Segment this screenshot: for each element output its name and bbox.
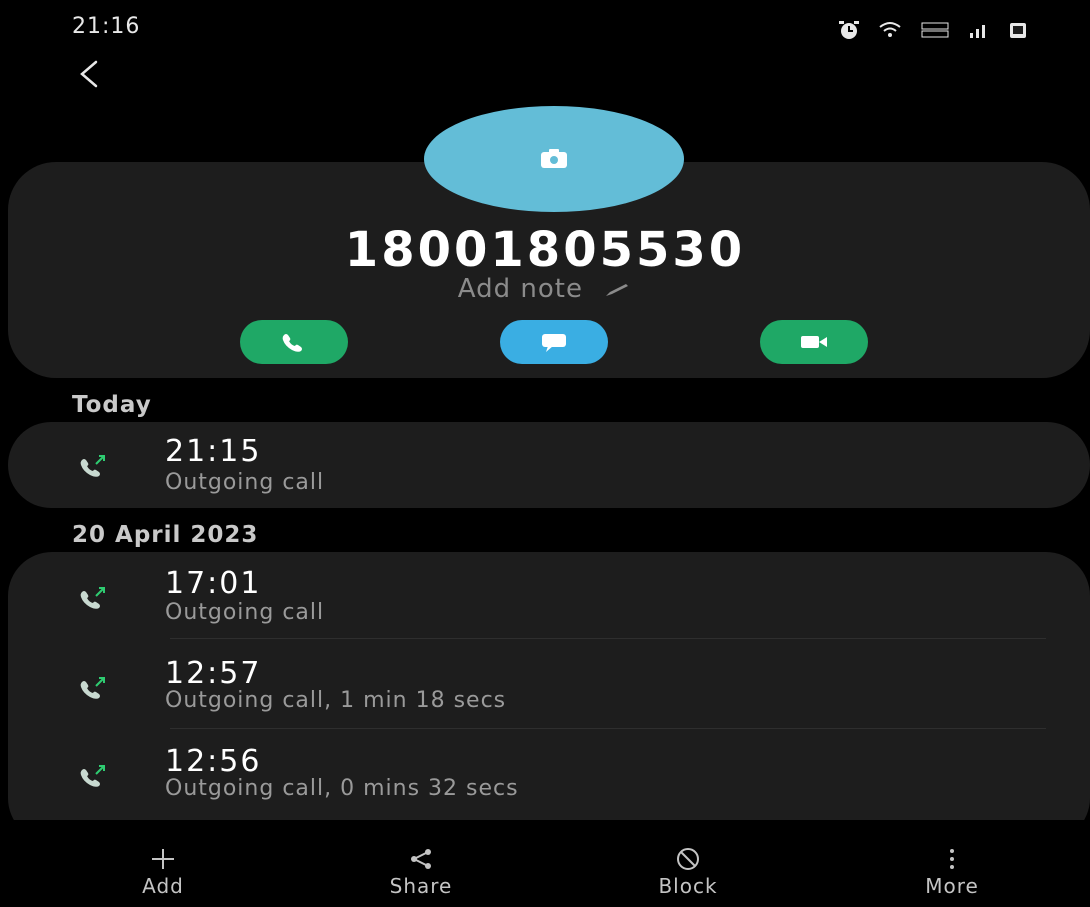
call-log-row[interactable]: 21:15 Outgoing call bbox=[8, 422, 1090, 508]
camera-icon bbox=[541, 149, 567, 168]
add-note-link[interactable]: Add note bbox=[0, 274, 1090, 304]
call-log-row[interactable]: 17:01 Outgoing call bbox=[8, 556, 1090, 638]
call-log-row[interactable]: 12:57 Outgoing call, 1 min 18 secs bbox=[8, 646, 1090, 728]
share-label: Share bbox=[389, 874, 453, 898]
call-time: 12:57 bbox=[165, 656, 262, 691]
avatar[interactable] bbox=[424, 106, 684, 212]
back-arrow-icon[interactable] bbox=[70, 56, 110, 96]
row-divider bbox=[170, 728, 1046, 729]
video-call-button[interactable] bbox=[760, 320, 868, 364]
call-time: 17:01 bbox=[165, 566, 262, 601]
call-button[interactable] bbox=[240, 320, 348, 364]
volte-icon bbox=[921, 22, 949, 38]
battery-icon bbox=[1010, 23, 1026, 38]
block-icon bbox=[677, 848, 699, 870]
message-button[interactable] bbox=[500, 320, 608, 364]
block-label: Block bbox=[658, 874, 718, 898]
call-time: 12:56 bbox=[165, 744, 262, 779]
date-header-20-april-2023: 20 April 2023 bbox=[72, 522, 259, 548]
signal-icon bbox=[970, 25, 985, 38]
outgoing-call-icon bbox=[80, 677, 105, 699]
share-button[interactable]: Share bbox=[346, 846, 496, 898]
call-time: 21:15 bbox=[165, 434, 262, 469]
message-icon bbox=[542, 334, 566, 352]
call-detail: Outgoing call bbox=[165, 470, 325, 495]
more-button[interactable]: More bbox=[877, 846, 1027, 898]
more-vertical-icon bbox=[950, 849, 954, 869]
block-button[interactable]: Block bbox=[613, 846, 763, 898]
status-time: 21:16 bbox=[72, 14, 141, 39]
date-header-today: Today bbox=[72, 392, 152, 418]
share-icon bbox=[411, 849, 431, 869]
outgoing-call-icon bbox=[80, 765, 105, 787]
plus-icon bbox=[152, 849, 174, 869]
row-divider bbox=[170, 638, 1046, 639]
call-detail: Outgoing call bbox=[165, 600, 325, 625]
status-icons bbox=[838, 20, 1028, 40]
video-icon bbox=[801, 336, 827, 348]
wifi-icon bbox=[879, 22, 901, 37]
alarm-icon bbox=[839, 21, 859, 39]
more-label: More bbox=[925, 874, 979, 898]
outgoing-call-icon bbox=[80, 587, 105, 609]
phone-number: 18001805530 bbox=[344, 222, 746, 278]
add-button[interactable]: Add bbox=[88, 846, 238, 898]
add-label: Add bbox=[142, 874, 184, 898]
call-log-row[interactable]: 12:56 Outgoing call, 0 mins 32 secs bbox=[8, 734, 1090, 816]
phone-icon bbox=[282, 334, 302, 352]
pencil-icon bbox=[606, 283, 629, 296]
call-detail: Outgoing call, 1 min 18 secs bbox=[165, 688, 507, 713]
add-note-label: Add note bbox=[457, 274, 583, 304]
outgoing-call-icon bbox=[80, 455, 105, 477]
call-detail: Outgoing call, 0 mins 32 secs bbox=[165, 776, 519, 801]
